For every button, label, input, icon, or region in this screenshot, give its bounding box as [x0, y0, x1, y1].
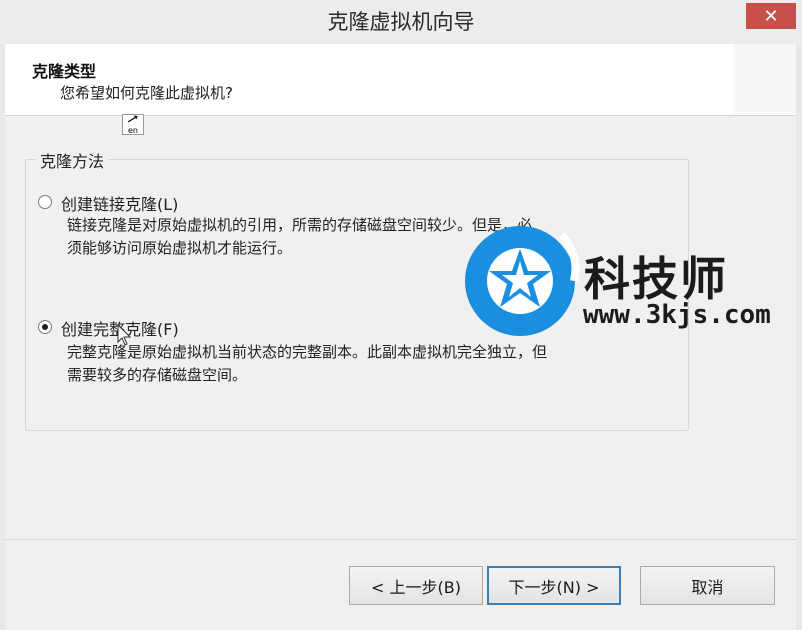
- full-clone-desc-line2: 需要较多的存储磁盘空间。: [67, 366, 248, 384]
- swap-arrows-icon: [127, 115, 138, 123]
- window-frame-right: [796, 44, 802, 630]
- ime-label: en: [128, 126, 138, 135]
- back-button[interactable]: < 上一步(B): [349, 566, 483, 605]
- next-button[interactable]: 下一步(N) >: [487, 566, 621, 605]
- window-frame-left: [0, 44, 5, 630]
- close-icon: ✕: [763, 5, 779, 27]
- watermark-url: www.3kjs.com: [583, 300, 771, 330]
- mouse-cursor-icon: [117, 324, 132, 346]
- title-bar: 克隆虚拟机向导 ✕: [0, 0, 802, 44]
- linked-clone-label[interactable]: 创建链接克隆(L): [61, 191, 178, 215]
- wizard-header: 克隆类型 您希望如何克隆此虚拟机?: [5, 44, 796, 116]
- full-clone-radio[interactable]: [38, 320, 52, 334]
- page-title: 克隆类型: [32, 62, 97, 81]
- footer-divider: [5, 539, 796, 540]
- ime-indicator-icon[interactable]: en: [122, 114, 144, 135]
- header-fade: [734, 44, 796, 114]
- clone-method-group-title: 克隆方法: [36, 148, 109, 172]
- full-clone-description: 完整克隆是原始虚拟机当前状态的完整副本。此副本虚拟机完全独立，但 需要较多的存储…: [67, 341, 667, 387]
- linked-clone-radio[interactable]: [38, 195, 52, 209]
- cancel-button[interactable]: 取消: [640, 566, 775, 605]
- window-title: 克隆虚拟机向导: [327, 10, 475, 34]
- close-button[interactable]: ✕: [746, 3, 796, 29]
- page-subtitle: 您希望如何克隆此虚拟机?: [60, 84, 233, 102]
